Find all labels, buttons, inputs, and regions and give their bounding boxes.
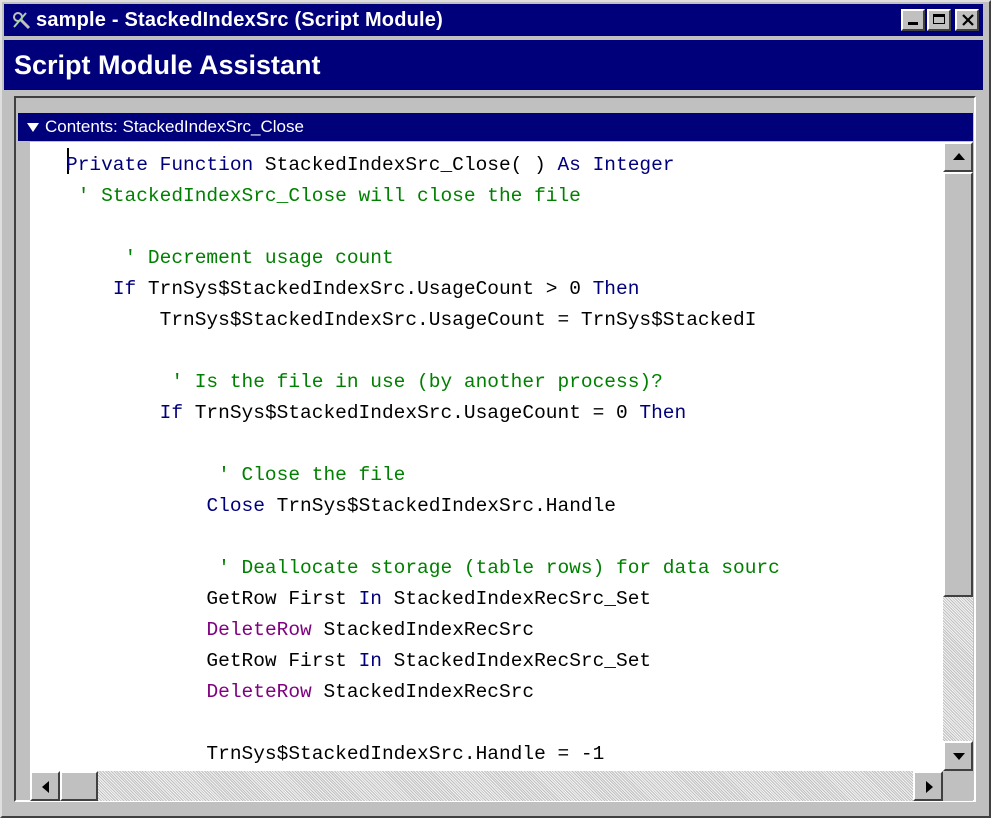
horizontal-scrollbar[interactable]: [30, 771, 943, 801]
code-token: DeleteRow: [206, 681, 312, 703]
vertical-scroll-thumb[interactable]: [943, 172, 973, 597]
contents-header[interactable]: Contents: StackedIndexSrc_Close: [18, 113, 973, 141]
close-button[interactable]: [955, 9, 979, 31]
arrow-down-icon: [953, 753, 965, 760]
tools-icon[interactable]: [10, 9, 32, 31]
contents-label: Contents: StackedIndexSrc_Close: [45, 117, 304, 136]
arrow-up-icon: [953, 153, 965, 160]
code-token: If: [112, 278, 137, 300]
code-token: StackedIndexRecSrc_Set: [381, 588, 652, 610]
code-token: Private Function: [66, 154, 254, 176]
code-token: GetRow First: [66, 650, 359, 672]
code-text[interactable]: Private Function StackedIndexSrc_Close( …: [66, 150, 780, 770]
code-line[interactable]: GetRow First In StackedIndexRecSrc_Set: [66, 646, 780, 677]
code-token: ' Is the file in use (by another process…: [66, 371, 663, 393]
code-line[interactable]: ' Close the file: [66, 460, 780, 491]
code-editor[interactable]: Private Function StackedIndexSrc_Close( …: [30, 142, 943, 771]
code-token: ' Deallocate storage (table rows) for da…: [66, 557, 780, 579]
arrow-right-icon: [926, 781, 933, 793]
code-line[interactable]: ' Decrement usage count: [66, 243, 780, 274]
vertical-scrollbar[interactable]: [943, 142, 973, 771]
code-line[interactable]: [66, 212, 780, 243]
code-token: StackedIndexRecSrc: [311, 619, 535, 641]
code-token: TrnSys$StackedIndexSrc.Handle = -1: [66, 743, 605, 765]
scroll-left-button[interactable]: [30, 771, 60, 801]
code-token: ' Decrement usage count: [66, 247, 394, 269]
code-line[interactable]: TrnSys$StackedIndexSrc.Handle = -1: [66, 739, 780, 770]
code-token: If: [159, 402, 184, 424]
scroll-right-button[interactable]: [913, 771, 943, 801]
code-token: Close: [206, 495, 265, 517]
assistant-title: Script Module Assistant: [14, 49, 321, 80]
window-titlebar[interactable]: sample - StackedIndexSrc (Script Module): [4, 4, 983, 36]
code-line[interactable]: ' Is the file in use (by another process…: [66, 367, 780, 398]
code-line[interactable]: TrnSys$StackedIndexSrc.UsageCount = TrnS…: [66, 305, 780, 336]
maximize-button[interactable]: [927, 9, 951, 31]
minimize-button[interactable]: [901, 9, 925, 31]
code-token: ' StackedIndexSrc_Close will close the f…: [66, 185, 581, 207]
code-line[interactable]: If TrnSys$StackedIndexSrc.UsageCount > 0…: [66, 274, 780, 305]
close-icon: [962, 14, 974, 26]
code-line[interactable]: Private Function StackedIndexSrc_Close( …: [66, 150, 780, 181]
code-line[interactable]: ' Deallocate storage (table rows) for da…: [66, 553, 780, 584]
code-line[interactable]: ' StackedIndexSrc_Close will close the f…: [66, 181, 780, 212]
code-token: StackedIndexRecSrc_Set: [381, 650, 652, 672]
code-token: TrnSys$StackedIndexSrc.UsageCount > 0: [136, 278, 593, 300]
code-token: DeleteRow: [206, 619, 312, 641]
window-title: sample - StackedIndexSrc (Script Module): [36, 8, 443, 31]
code-token: TrnSys$StackedIndexSrc.UsageCount = TrnS…: [66, 309, 757, 331]
arrow-left-icon: [42, 781, 49, 793]
scrollbar-corner: [943, 771, 973, 801]
code-line[interactable]: [66, 522, 780, 553]
code-token: In: [358, 588, 382, 610]
code-line[interactable]: If TrnSys$StackedIndexSrc.UsageCount = 0…: [66, 398, 780, 429]
code-token: TrnSys$StackedIndexSrc.UsageCount = 0: [183, 402, 640, 424]
code-token: As Integer: [557, 154, 675, 176]
code-token: ' Close the file: [66, 464, 406, 486]
code-line[interactable]: Close TrnSys$StackedIndexSrc.Handle: [66, 491, 780, 522]
code-token: Then: [592, 278, 640, 300]
assistant-header: Script Module Assistant: [4, 40, 983, 90]
code-token: StackedIndexRecSrc: [311, 681, 535, 703]
code-line[interactable]: DeleteRow StackedIndexRecSrc: [66, 677, 780, 708]
triangle-down-icon[interactable]: [27, 122, 39, 132]
code-token: TrnSys$StackedIndexSrc.Handle: [264, 495, 617, 517]
code-token: GetRow First: [66, 588, 359, 610]
code-line[interactable]: DeleteRow StackedIndexRecSrc: [66, 615, 780, 646]
code-line[interactable]: [66, 429, 780, 460]
scroll-up-button[interactable]: [943, 142, 973, 172]
code-token: StackedIndexSrc_Close( ): [253, 154, 558, 176]
code-token: In: [358, 650, 382, 672]
code-token: Then: [639, 402, 687, 424]
code-line[interactable]: [66, 336, 780, 367]
scroll-down-button[interactable]: [943, 741, 973, 771]
horizontal-scroll-thumb[interactable]: [60, 771, 98, 801]
code-line[interactable]: [66, 708, 780, 739]
code-line[interactable]: GetRow First In StackedIndexRecSrc_Set: [66, 584, 780, 615]
